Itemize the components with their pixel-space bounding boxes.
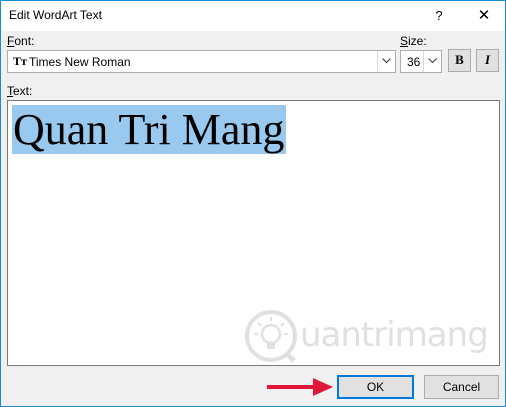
ok-button[interactable]: OK <box>337 375 414 399</box>
italic-button[interactable]: I <box>476 49 499 72</box>
font-select[interactable]: Tт Times New Roman <box>7 50 396 73</box>
font-label: Font: <box>7 34 35 48</box>
title-bar: Edit WordArt Text ? ✕ <box>1 1 505 31</box>
cancel-button[interactable]: Cancel <box>424 375 499 399</box>
chevron-down-icon <box>428 58 437 64</box>
size-value: 36 <box>407 55 421 69</box>
help-button[interactable]: ? <box>419 1 459 31</box>
lightbulb-icon <box>245 310 297 363</box>
font-dropdown-button[interactable] <box>377 51 395 72</box>
size-dropdown-button[interactable] <box>423 51 441 72</box>
bold-button[interactable]: B <box>448 49 471 72</box>
selected-text: Quan Tri Mang <box>12 105 287 154</box>
size-label: Size: <box>400 34 427 48</box>
edit-wordart-dialog: Edit WordArt Text ? ✕ Font: Tт Times New… <box>0 0 506 407</box>
font-value: Times New Roman <box>29 55 131 69</box>
close-button[interactable]: ✕ <box>463 1 505 31</box>
dialog-title: Edit WordArt Text <box>9 8 102 22</box>
wordart-text-input[interactable]: Quan Tri Mang uantrimang <box>7 100 500 366</box>
watermark-logo: uantrimang <box>244 309 499 365</box>
truetype-font-icon: Tт <box>13 54 27 68</box>
size-select[interactable]: 36 <box>400 50 442 73</box>
chevron-down-icon <box>382 58 391 64</box>
watermark-text: uantrimang <box>300 315 489 355</box>
text-label: Text: <box>7 84 33 98</box>
red-arrow-icon <box>267 378 333 396</box>
